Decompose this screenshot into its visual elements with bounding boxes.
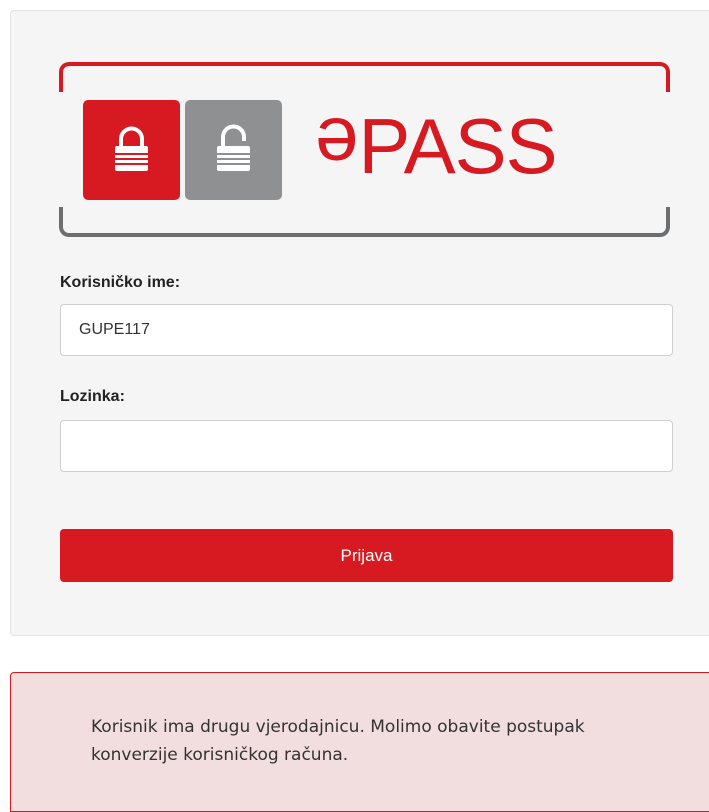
username-input[interactable] — [60, 304, 673, 356]
brand-name-initial: e — [316, 102, 359, 190]
alert-message: Korisnik ima drugu vjerodajnicu. Molimo … — [91, 717, 585, 765]
username-label: Korisničko ime: — [60, 274, 181, 291]
password-input[interactable] — [60, 420, 673, 472]
logo-frame-bottom — [59, 207, 670, 237]
brand-logo-text: ePASS — [316, 96, 558, 196]
login-button[interactable]: Prijava — [60, 529, 673, 582]
error-alert: Korisnik ima drugu vjerodajnicu. Molimo … — [10, 672, 709, 812]
password-label: Lozinka: — [60, 388, 125, 405]
lock-closed-icon — [83, 100, 180, 200]
logo-frame-top — [59, 62, 670, 92]
brand-name: ePASS — [316, 102, 558, 190]
lock-open-icon — [185, 100, 282, 200]
